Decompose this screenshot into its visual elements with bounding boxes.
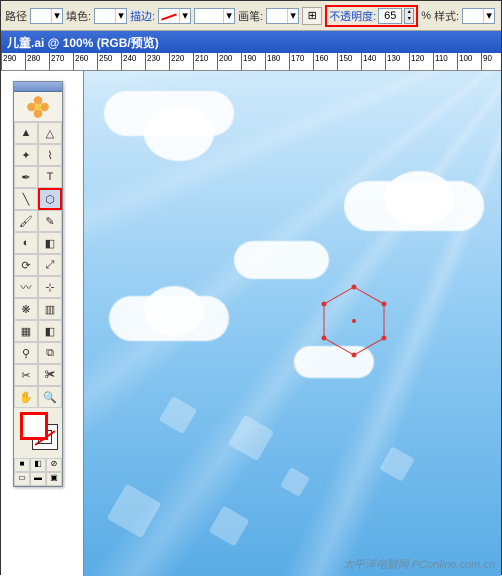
fill-color-box[interactable] [20, 412, 48, 440]
cloud [234, 241, 329, 279]
opacity-input[interactable] [378, 8, 402, 24]
fill-stroke-control[interactable] [14, 408, 62, 458]
tool-panel: ▲ △ ✦ ⌇ ✒ T ╲ ⬡ 🖌 ✎ ◐ ◧ ⟳ ⤢ 〰 ⊹ ❋ ▥ ▦ ◧ … [13, 81, 63, 487]
brush-label: 画笔: [238, 8, 263, 24]
path-label: 路径 [5, 8, 27, 24]
tool-grid: ▲ △ ✦ ⌇ ✒ T ╲ ⬡ 🖌 ✎ ◐ ◧ ⟳ ⤢ 〰 ⊹ ❋ ▥ ▦ ◧ … [14, 122, 62, 408]
ruler-tick: 290 [1, 53, 2, 71]
selection-tool-icon[interactable]: ▲ [14, 122, 38, 144]
ruler-tick: 160 [313, 53, 314, 71]
symbol-sprayer-tool-icon[interactable]: ❋ [14, 298, 38, 320]
blend-tool-icon[interactable]: ⧉ [38, 342, 62, 364]
gradient-tool-icon[interactable]: ◧ [38, 320, 62, 342]
ruler-tick: 270 [49, 53, 50, 71]
ruler-tick: 190 [241, 53, 242, 71]
ruler-tick: 230 [145, 53, 146, 71]
ruler-tick: 150 [337, 53, 338, 71]
horizontal-ruler: 290 280 270 260 250 240 230 220 210 200 190 180 170 1… [1, 53, 501, 71]
document-title-bar: 儿童.ai @ 100% (RGB/预览) [1, 31, 501, 53]
warp-tool-icon[interactable]: 〰 [14, 276, 38, 298]
opacity-unit: % [421, 10, 431, 22]
ruler-tick: 260 [73, 53, 74, 71]
scale-tool-icon[interactable]: ⤢ [38, 254, 62, 276]
stroke-label: 描边: [130, 8, 155, 24]
ruler-tick: 130 [385, 53, 386, 71]
polygon-tool-icon[interactable]: ⬡ [38, 188, 62, 210]
ruler-tick: 280 [25, 53, 26, 71]
options-bar: 路径 ▾ 填色: ▾ 描边: ▾ ▾ 画笔: ▾ ⊞ 不透明度: ▴▾ % 样式… [1, 1, 501, 31]
ruler-tick: 180 [265, 53, 266, 71]
opacity-label: 不透明度: [329, 8, 376, 24]
brush-options-icon[interactable]: ⊞ [302, 7, 322, 25]
cloud [144, 106, 214, 161]
brush-dropdown[interactable]: ▾ [266, 8, 299, 24]
watermark: 太平洋电脑网 PConline.com.cn [343, 556, 495, 572]
opacity-highlight: 不透明度: ▴▾ [325, 5, 418, 27]
screen-mode-present-icon[interactable]: ▣ [46, 472, 62, 486]
mesh-tool-icon[interactable]: ▦ [14, 320, 38, 342]
line-tool-icon[interactable]: ╲ [14, 188, 38, 210]
eyedropper-tool-icon[interactable]: ⚲ [14, 342, 38, 364]
rotate-tool-icon[interactable]: ⟳ [14, 254, 38, 276]
ruler-tick: 90 [481, 53, 482, 71]
color-mode-gradient-icon[interactable]: ◧ [30, 458, 46, 472]
stroke-swatch[interactable]: ▾ [158, 8, 191, 24]
screen-mode-full-icon[interactable]: ▬ [30, 472, 46, 486]
ruler-tick: 140 [361, 53, 362, 71]
tool-panel-grip[interactable] [14, 82, 62, 92]
ruler-tick: 240 [121, 53, 122, 71]
app-logo [14, 92, 62, 122]
free-transform-tool-icon[interactable]: ⊹ [38, 276, 62, 298]
scissors-tool-icon[interactable]: ✀ [38, 364, 62, 386]
cloud [384, 171, 454, 226]
cloud [144, 286, 204, 336]
color-mode-row: ■ ◧ ⊘ [14, 458, 62, 472]
path-dropdown[interactable]: ▾ [30, 8, 63, 24]
ruler-tick: 100 [457, 53, 458, 71]
pencil-tool-icon[interactable]: ✎ [38, 210, 62, 232]
paintbrush-tool-icon[interactable]: 🖌 [14, 210, 38, 232]
slice-tool-icon[interactable]: ✂ [14, 364, 38, 386]
hand-tool-icon[interactable]: ✋ [14, 386, 38, 408]
ruler-tick: 170 [289, 53, 290, 71]
ruler-tick: 210 [193, 53, 194, 71]
eraser-tool-icon[interactable]: ◧ [38, 232, 62, 254]
ruler-tick: 250 [97, 53, 98, 71]
pen-tool-icon[interactable]: ✒ [14, 166, 38, 188]
color-mode-solid-icon[interactable]: ■ [14, 458, 30, 472]
style-label: 样式: [434, 8, 459, 24]
color-mode-none-icon[interactable]: ⊘ [46, 458, 62, 472]
opacity-spinner[interactable]: ▴▾ [404, 8, 414, 24]
blob-brush-tool-icon[interactable]: ◐ [14, 232, 38, 254]
selected-hexagon-shape[interactable] [314, 281, 394, 361]
type-tool-icon[interactable]: T [38, 166, 62, 188]
ruler-tick: 220 [169, 53, 170, 71]
screen-mode-normal-icon[interactable]: ▭ [14, 472, 30, 486]
zoom-tool-icon[interactable]: 🔍 [38, 386, 62, 408]
ruler-tick: 110 [433, 53, 434, 71]
workspace: ▲ △ ✦ ⌇ ✒ T ╲ ⬡ 🖌 ✎ ◐ ◧ ⟳ ⤢ 〰 ⊹ ❋ ▥ ▦ ◧ … [1, 71, 501, 576]
ruler-tick: 120 [409, 53, 410, 71]
fill-swatch[interactable]: ▾ [94, 8, 127, 24]
screen-mode-row: ▭ ▬ ▣ [14, 472, 62, 486]
lasso-tool-icon[interactable]: ⌇ [38, 144, 62, 166]
document-title: 儿童.ai @ 100% (RGB/预览) [7, 34, 159, 51]
fill-label: 填色: [66, 8, 91, 24]
magic-wand-tool-icon[interactable]: ✦ [14, 144, 38, 166]
style-dropdown[interactable]: ▾ [462, 8, 495, 24]
ruler-tick: 200 [217, 53, 218, 71]
stroke-weight-dropdown[interactable]: ▾ [194, 8, 235, 24]
graph-tool-icon[interactable]: ▥ [38, 298, 62, 320]
canvas[interactable] [83, 71, 501, 576]
direct-selection-tool-icon[interactable]: △ [38, 122, 62, 144]
